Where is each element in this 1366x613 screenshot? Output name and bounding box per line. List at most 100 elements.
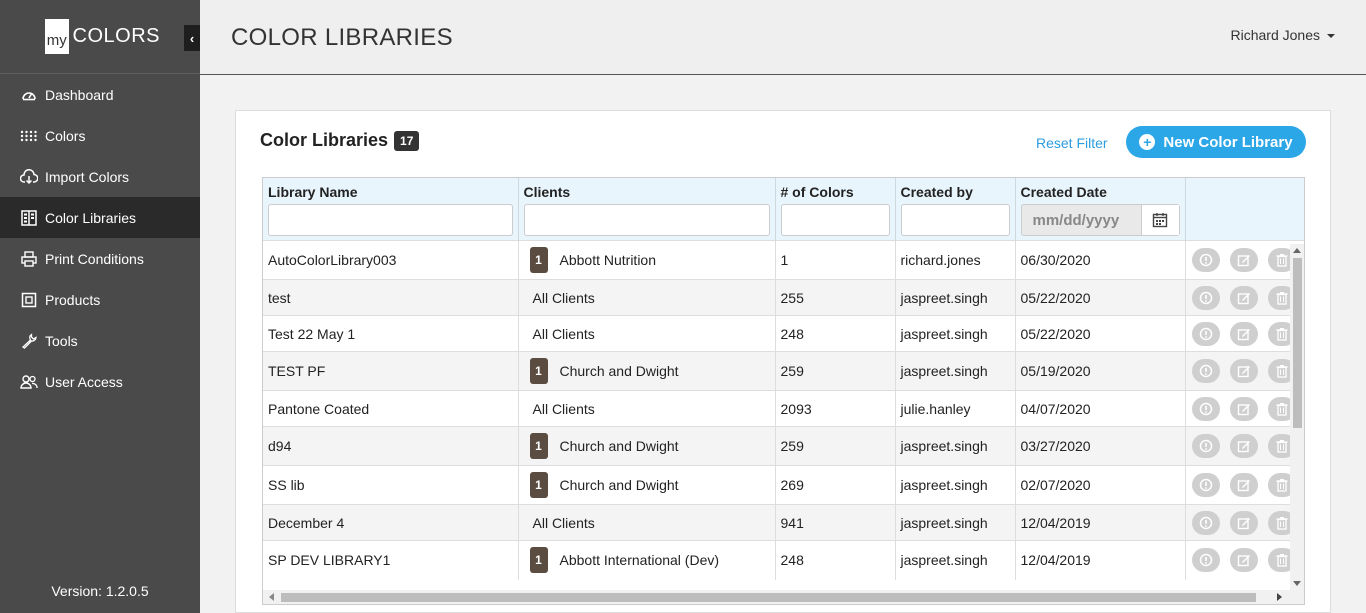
- edit-icon[interactable]: [1229, 510, 1258, 535]
- sidebar: my COLORS ‹ Dashboard Colors Import Colors…: [0, 0, 200, 613]
- table-row[interactable]: AutoColorLibrary003 1 Abbott Nutrition 1 ric…: [263, 240, 1304, 280]
- info-icon[interactable]: [1191, 510, 1220, 535]
- table-row[interactable]: TEST PF 1 Church and Dwight 259 jaspreet.sin…: [263, 351, 1304, 391]
- scroll-thumb-horizontal[interactable]: [281, 593, 1256, 602]
- edit-icon[interactable]: [1229, 359, 1258, 383]
- info-icon[interactable]: [1191, 285, 1220, 310]
- clients-cell: 1 Church and Dwight: [518, 351, 776, 391]
- edit-icon[interactable]: [1229, 321, 1258, 346]
- box-icon: [20, 291, 38, 309]
- sidebar-item-label: Tools: [45, 332, 78, 349]
- table-row[interactable]: December 4 All Clients 941 jaspreet.singh 12…: [263, 504, 1304, 541]
- info-icon[interactable]: [1191, 548, 1220, 573]
- actions-cell: [1185, 426, 1304, 466]
- library-name-filter[interactable]: [268, 204, 513, 236]
- client-name: Abbott Nutrition: [559, 252, 657, 268]
- calendar-icon[interactable]: [1140, 205, 1179, 235]
- app-logo[interactable]: my COLORS: [45, 19, 160, 54]
- sidebar-item-user-access[interactable]: User Access: [0, 361, 200, 402]
- edit-icon[interactable]: [1229, 248, 1258, 272]
- created-by-cell: jaspreet.singh: [895, 504, 1016, 541]
- edit-icon[interactable]: [1229, 285, 1258, 310]
- clients-cell: All Clients: [518, 279, 776, 316]
- colors-filter[interactable]: [780, 204, 890, 236]
- users-icon: [20, 373, 38, 391]
- logo-area: my COLORS ‹: [0, 0, 200, 74]
- sidebar-item-print-conditions[interactable]: Print Conditions: [0, 238, 200, 279]
- version-label: Version: 1.2.0.5: [51, 583, 149, 599]
- column-header-library-name[interactable]: Library Name: [263, 178, 519, 241]
- library-name-cell: d94: [263, 426, 519, 466]
- info-icon[interactable]: [1191, 473, 1220, 497]
- column-header-colors[interactable]: # of Colors: [775, 178, 896, 241]
- column-header-created-date[interactable]: Created Date mm/dd/yyyy: [1015, 178, 1186, 241]
- client-cell: 1 Church and Dwight: [524, 472, 770, 498]
- colors-count-cell: 941: [775, 504, 896, 541]
- colors-count-cell: 255: [775, 279, 896, 316]
- info-icon[interactable]: [1191, 359, 1220, 383]
- edit-icon[interactable]: [1229, 434, 1258, 458]
- colors-count-cell: 259: [775, 351, 896, 391]
- table-row[interactable]: SP DEV LIBRARY1 1 Abbott International (De…: [263, 540, 1304, 580]
- clients-filter[interactable]: [523, 204, 770, 236]
- sidebar-item-products[interactable]: Products: [0, 279, 200, 320]
- collapse-sidebar-button[interactable]: ‹: [184, 25, 200, 51]
- info-icon[interactable]: [1191, 396, 1220, 421]
- created-by-cell: jaspreet.singh: [895, 540, 1016, 580]
- reset-filter-link[interactable]: Reset Filter: [1036, 135, 1108, 151]
- printer-icon: [20, 250, 38, 268]
- library-name-cell: TEST PF: [263, 351, 519, 391]
- new-color-library-button[interactable]: + New Color Library: [1126, 126, 1306, 158]
- table-row[interactable]: test All Clients 255 jaspreet.singh 05/22/20…: [263, 279, 1304, 316]
- sidebar-item-import-colors[interactable]: Import Colors: [0, 156, 200, 197]
- edit-icon[interactable]: [1229, 548, 1258, 573]
- sidebar-item-colors[interactable]: Colors: [0, 115, 200, 156]
- scroll-up-icon[interactable]: [1293, 248, 1301, 253]
- created-by-filter[interactable]: [900, 204, 1010, 236]
- info-icon[interactable]: [1191, 248, 1220, 272]
- edit-icon[interactable]: [1229, 473, 1258, 497]
- column-header-clients[interactable]: Clients: [518, 178, 776, 241]
- table-body: AutoColorLibrary003 1 Abbott Nutrition 1 ric…: [263, 240, 1304, 580]
- table-row[interactable]: Pantone Coated All Clients 2093 julie.hanle…: [263, 390, 1304, 427]
- created-date-cell: 12/04/2019: [1015, 540, 1186, 580]
- created-date-cell: 05/19/2020: [1015, 351, 1186, 391]
- info-icon[interactable]: [1191, 434, 1220, 458]
- sidebar-item-color-libraries[interactable]: Color Libraries: [0, 197, 200, 238]
- created-by-cell: richard.jones: [895, 240, 1016, 280]
- colors-count-cell: 259: [775, 426, 896, 466]
- scroll-thumb[interactable]: [1293, 258, 1302, 428]
- scroll-right-icon[interactable]: [1277, 593, 1282, 601]
- edit-icon[interactable]: [1229, 396, 1258, 421]
- vertical-scrollbar[interactable]: [1290, 244, 1304, 590]
- sidebar-item-label: Color Libraries: [45, 209, 137, 226]
- table-row[interactable]: d94 1 Church and Dwight 259 jaspreet.singh 03…: [263, 426, 1304, 466]
- column-label: Clients: [523, 184, 571, 200]
- actions-cell: [1185, 315, 1304, 352]
- sidebar-item-label: Products: [45, 291, 101, 308]
- sidebar-item-tools[interactable]: Tools: [0, 320, 200, 361]
- table-row[interactable]: SS lib 1 Church and Dwight 269 jaspreet.sing…: [263, 465, 1304, 505]
- column-header-created-by[interactable]: Created by: [895, 178, 1016, 241]
- actions-cell: [1185, 279, 1304, 316]
- horizontal-scrollbar[interactable]: [263, 590, 1304, 604]
- created-date-filter[interactable]: mm/dd/yyyy: [1020, 204, 1180, 236]
- client-name: Church and Dwight: [559, 363, 679, 379]
- scroll-down-icon[interactable]: [1293, 581, 1301, 586]
- column-header-actions: [1185, 178, 1304, 241]
- wrench-icon: [20, 332, 38, 350]
- user-menu[interactable]: Richard Jones: [1231, 27, 1335, 43]
- colors-count-cell: 248: [775, 315, 896, 352]
- logo-prefix: my: [45, 19, 69, 54]
- actions-cell: [1185, 351, 1304, 391]
- new-color-library-label: New Color Library: [1163, 133, 1293, 151]
- client-name: All Clients: [532, 400, 595, 417]
- created-by-cell: jaspreet.singh: [895, 315, 1016, 352]
- client-count-badge: 1: [529, 547, 548, 574]
- scroll-left-icon[interactable]: [269, 593, 274, 601]
- created-by-cell: jaspreet.singh: [895, 351, 1016, 391]
- page-title: COLOR LIBRARIES: [231, 24, 453, 51]
- table-row[interactable]: Test 22 May 1 All Clients 248 jaspreet.sing…: [263, 315, 1304, 352]
- sidebar-item-dashboard[interactable]: Dashboard: [0, 74, 200, 115]
- info-icon[interactable]: [1191, 321, 1220, 346]
